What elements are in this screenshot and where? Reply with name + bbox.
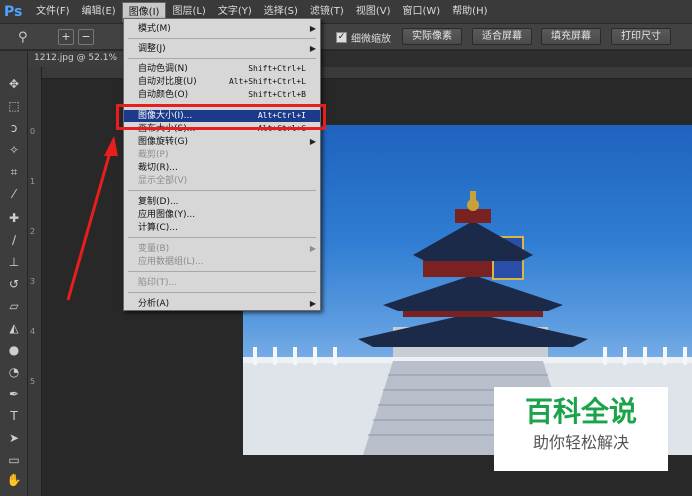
red-arrow-icon xyxy=(66,144,114,301)
annotation-arrow-overlay xyxy=(66,136,118,301)
red-arrowhead-icon xyxy=(104,136,118,156)
